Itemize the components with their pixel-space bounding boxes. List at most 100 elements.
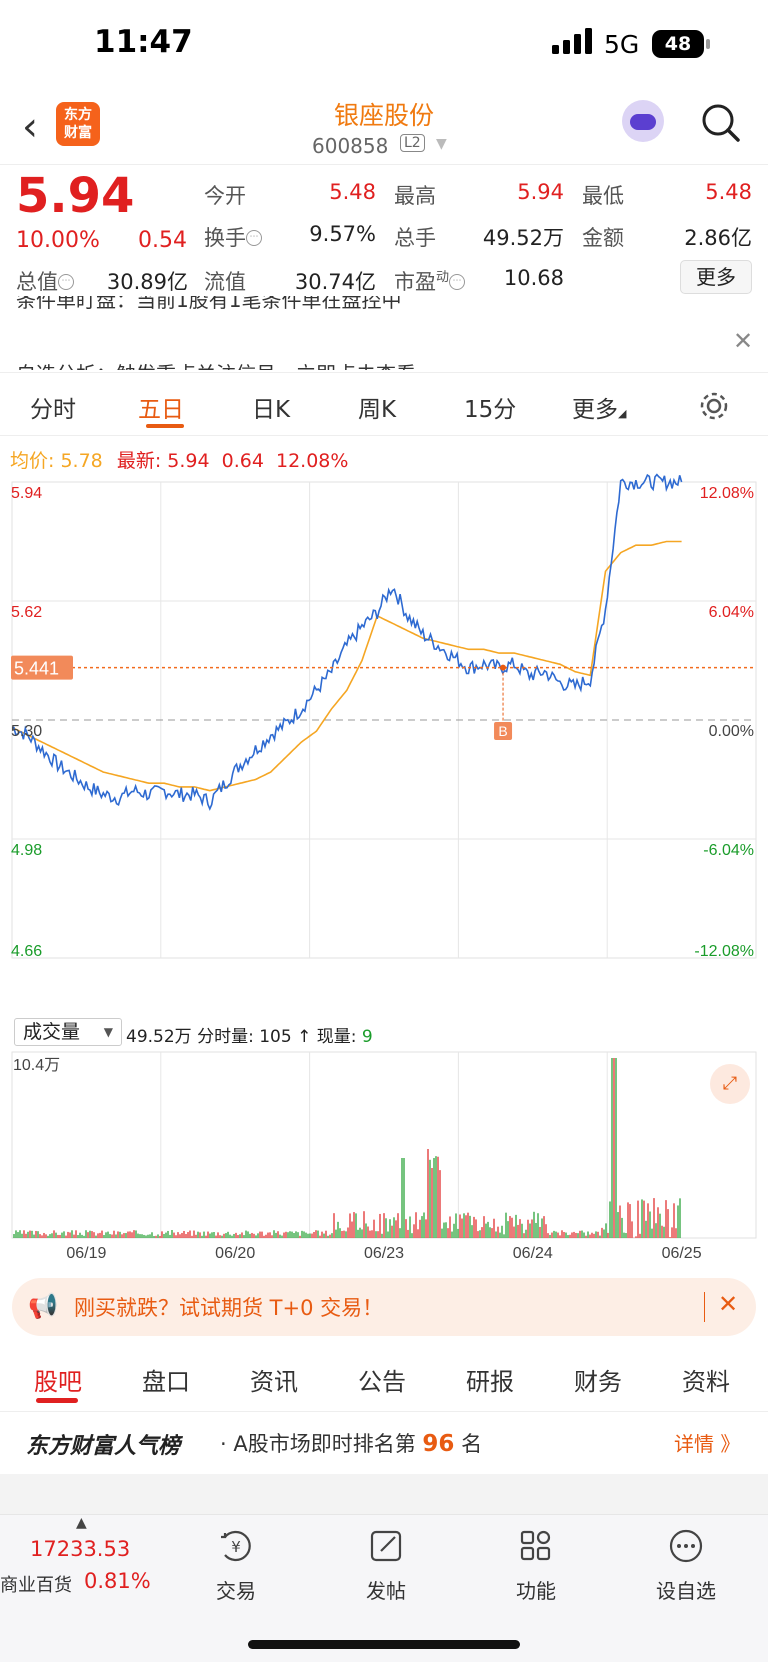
nav-post[interactable]: 发帖 <box>336 1521 436 1604</box>
expand-up-icon: ▲ <box>76 1515 87 1531</box>
more-quote-button[interactable]: 更多 <box>680 260 752 294</box>
active-tab-indicator <box>146 424 184 428</box>
x-axis-date-label: 06/25 <box>662 1245 702 1262</box>
volume-indicator-select[interactable]: 成交量 ▼ <box>14 1018 122 1046</box>
x-axis-date-label: 06/19 <box>66 1245 106 1262</box>
avg-latest-line: 均价: 5.78 最新: 5.94 0.64 12.08% <box>10 446 348 473</box>
turnover-label: 换手 ⋯ <box>204 222 262 252</box>
pe-value: 10.68 <box>503 266 564 290</box>
nav-functions[interactable]: 功能 <box>486 1521 586 1604</box>
change-percent: 10.00% <box>16 228 100 253</box>
megaphone-icon: 📢 <box>28 1292 58 1320</box>
tab-intraday[interactable]: 分时 <box>30 390 76 424</box>
tab-guba[interactable]: 股吧 <box>34 1362 82 1397</box>
current-volume-label: 现量: <box>316 1027 357 1047</box>
nav-trade-label: 交易 <box>216 1579 256 1603</box>
tab-finance[interactable]: 财务 <box>574 1362 622 1397</box>
info-icon[interactable]: ⋯ <box>58 274 74 290</box>
chart-lines: 5.441 B <box>11 473 756 811</box>
x-axis-date-label: 06/24 <box>513 1245 553 1262</box>
info-icon[interactable]: ⋯ <box>246 230 262 246</box>
x-axis-date-label: 06/23 <box>364 1245 404 1262</box>
svg-text:¥: ¥ <box>231 1538 241 1556</box>
tab-pankou[interactable]: 盘口 <box>142 1362 190 1397</box>
index-value: 17233.53 <box>30 1537 131 1561</box>
volume-value: 49.52万 <box>482 226 564 250</box>
assistant-robot-icon[interactable] <box>622 100 664 142</box>
market-cap-label-text: 总值 <box>16 270 58 294</box>
avg-price-line <box>11 540 682 792</box>
popularity-rank-row[interactable]: 东方财富人气榜 · A股市场即时排名第 96 名 详情 》 <box>0 1412 768 1474</box>
analysis-notice[interactable]: 自选分析：触发重点关注信号，立即点击查看 <box>16 358 716 370</box>
latest-value: 5.94 <box>167 450 210 472</box>
float-cap-value: 30.74亿 <box>294 270 376 294</box>
five-day-price-chart[interactable]: 5.441 B 5.94 5.62 5.30 4.98 4.66 12.08% 6.04% 0.… <box>0 470 768 1016</box>
high-label: 最高 <box>394 184 436 208</box>
volume-select-label: 成交量 <box>23 1021 81 1043</box>
divider <box>0 435 768 436</box>
rank-detail-link[interactable]: 详情 》 <box>674 1428 740 1457</box>
latest-label: 最新: <box>116 450 162 472</box>
tab-weekly-k[interactable]: 周K <box>358 390 396 424</box>
battery-level: 48 <box>664 33 692 55</box>
turnover-label-text: 换手 <box>204 226 246 250</box>
condition-order-notice[interactable]: 条件单盯盘：当前1股有1笔条件单在盘控中 <box>16 296 716 310</box>
volume-info: 49.52万 分时量: 105 ↑ 现量: 9 <box>126 1022 373 1047</box>
signal-icon <box>552 28 592 54</box>
volume-label: 总手 <box>394 226 436 250</box>
code-dropdown-icon[interactable]: ▼ <box>436 136 447 152</box>
tab-news[interactable]: 资讯 <box>250 1362 298 1397</box>
banner-text: 刚买就跌？试试期货 T+0 交易！ <box>74 1296 384 1320</box>
yuan-trade-icon: ¥ <box>221 1530 251 1562</box>
chart-tabs: 分时 五日 日K 周K 15分 更多◢ <box>0 382 768 434</box>
y-left-label: 5.30 <box>11 723 42 740</box>
turnover-value: 9.57% <box>309 222 376 246</box>
rank-number: 96 <box>422 1431 455 1457</box>
tab-daily-k[interactable]: 日K <box>252 390 290 424</box>
stock-code[interactable]: 600858 <box>312 134 388 158</box>
y-left-label: 5.62 <box>11 604 42 621</box>
tab-more[interactable]: 更多◢ <box>572 390 626 424</box>
open-value: 5.48 <box>329 180 376 204</box>
y-left-label: 4.66 <box>11 943 42 960</box>
tab-more-label: 更多 <box>572 397 618 423</box>
nav-trade[interactable]: ¥ 交易 <box>186 1521 286 1604</box>
buy-marker-dot <box>500 664 507 671</box>
stock-header: ‹ 东方 财富 银座股份 600858 L2 ▼ <box>0 90 768 165</box>
level-badge: L2 <box>400 134 425 152</box>
avg-value: 5.78 <box>60 450 103 472</box>
pe-label-text: 市盈 <box>394 270 436 294</box>
tab-profile[interactable]: 资料 <box>682 1362 730 1397</box>
y-right-label: 0.00% <box>709 723 754 740</box>
notice-text-1: 条件单盯盘：当前1股有1笔条件单在盘控中 <box>16 296 402 310</box>
index-ticker[interactable]: ▲ 17233.53 商业百货 0.81% <box>0 1515 160 1605</box>
dropdown-icon: ▼ <box>103 1025 113 1039</box>
tab-15min[interactable]: 15分 <box>464 390 516 424</box>
search-icon[interactable] <box>700 102 742 144</box>
status-time: 11:47 <box>94 24 193 60</box>
info-icon[interactable]: ⋯ <box>449 274 466 290</box>
tab-research[interactable]: 研报 <box>466 1362 514 1397</box>
tab-five-day[interactable]: 五日 <box>138 390 184 424</box>
section-gap <box>0 1474 768 1514</box>
amount-label: 金额 <box>582 226 624 250</box>
tick-volume-value: 105 <box>259 1027 292 1047</box>
futures-promo-banner[interactable]: 📢 刚买就跌？试试期货 T+0 交易！ ✕ <box>12 1278 756 1336</box>
index-name: 商业百货 <box>0 1575 72 1596</box>
settings-gear-icon[interactable] <box>698 390 730 422</box>
close-icon[interactable]: ✕ <box>733 327 753 355</box>
expand-icon[interactable]: ⤢ <box>710 1064 750 1104</box>
nav-add-watchlist-label: 设自选 <box>656 1579 716 1603</box>
price-line <box>11 473 683 811</box>
change-amount: 0.54 <box>138 228 187 253</box>
nav-post-label: 发帖 <box>366 1579 406 1603</box>
battery-icon: 48 <box>652 30 710 58</box>
tab-announcements[interactable]: 公告 <box>358 1362 406 1397</box>
close-icon[interactable]: ✕ <box>718 1290 738 1318</box>
index-percent: 0.81% <box>84 1569 151 1593</box>
rank-brand: 东方财富人气榜 <box>26 1434 181 1459</box>
y-right-label: -6.04% <box>703 842 754 859</box>
volume-chart[interactable]: 10.4万 06/19 06/20 06/23 06/24 06/25 <box>0 1050 768 1266</box>
latest-pct: 12.08% <box>275 450 349 472</box>
nav-add-watchlist[interactable]: 设自选 <box>636 1521 736 1604</box>
